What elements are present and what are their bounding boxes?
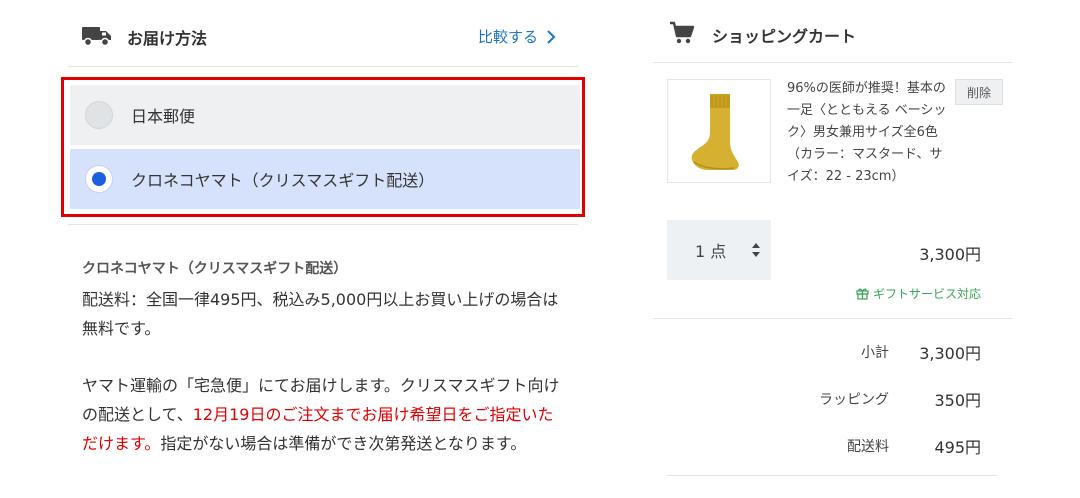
wrapping-value: 350円 xyxy=(934,391,981,410)
sock-image xyxy=(691,94,739,170)
delivery-section-title: お届け方法 xyxy=(127,29,208,48)
quantity-select[interactable]: 1 点 xyxy=(667,220,771,280)
radio-japan-post[interactable] xyxy=(85,101,113,129)
cart-title: ショッピングカート xyxy=(712,27,857,46)
delivery-option-kuroneko-yamato[interactable]: クロネコヤマト（クリスマスギフト配送） xyxy=(70,149,580,209)
cart-icon xyxy=(670,21,695,44)
quantity-value: 1 点 xyxy=(695,242,727,261)
subtotal-label: 小計 xyxy=(861,345,889,361)
product-image[interactable] xyxy=(667,79,771,183)
wrapping-label: ラッピング xyxy=(819,392,889,408)
divider xyxy=(653,62,1012,63)
shipping-fee-value: 495円 xyxy=(934,438,981,457)
gift-icon xyxy=(856,288,869,300)
subtotal-value: 3,300円 xyxy=(919,344,981,363)
delete-button[interactable]: 削除 xyxy=(955,79,1003,105)
truck-icon xyxy=(82,27,111,47)
gift-service-badge: ギフトサービス対応 xyxy=(830,285,981,302)
delivery-option-label: 日本郵便 xyxy=(131,107,196,126)
sort-arrows-icon xyxy=(752,243,761,257)
divider xyxy=(653,318,1012,319)
delivery-fee-description: 配送料：全国一律495円、税込み5,000円以上お買い上げの場合は無料です。 xyxy=(82,290,559,338)
delivery-option-label: クロネコヤマト（クリスマスギフト配送） xyxy=(131,171,435,190)
divider xyxy=(667,475,997,476)
delivery-options-highlight: 日本郵便 クロネコヤマト（クリスマスギフト配送） xyxy=(61,77,585,217)
divider xyxy=(68,66,578,67)
divider xyxy=(68,224,578,225)
delivery-detail-description: ヤマト運輸の「宅急便」にてお届けします。クリスマスギフト向けの配送として、12月… xyxy=(82,371,567,458)
item-price: 3,300円 xyxy=(919,245,981,264)
delivery-detail-title: クロネコヤマト（クリスマスギフト配送） xyxy=(82,261,348,277)
gift-service-label: ギフトサービス対応 xyxy=(872,287,981,301)
shipping-fee-label: 配送料 xyxy=(847,439,889,455)
compare-link[interactable]: 比較する xyxy=(478,26,556,47)
chevron-right-icon xyxy=(547,29,556,44)
description-text: 指定がない場合は準備ができ次第発送となります。 xyxy=(160,434,527,453)
compare-label: 比較する xyxy=(478,28,539,46)
radio-kuroneko-yamato[interactable] xyxy=(85,165,113,193)
product-name[interactable]: 96%の医師が推奨！基本の一足〈とともえる ベーシック〉男女兼用サイズ全6色（カ… xyxy=(787,78,947,188)
delivery-option-japan-post[interactable]: 日本郵便 xyxy=(70,85,580,145)
